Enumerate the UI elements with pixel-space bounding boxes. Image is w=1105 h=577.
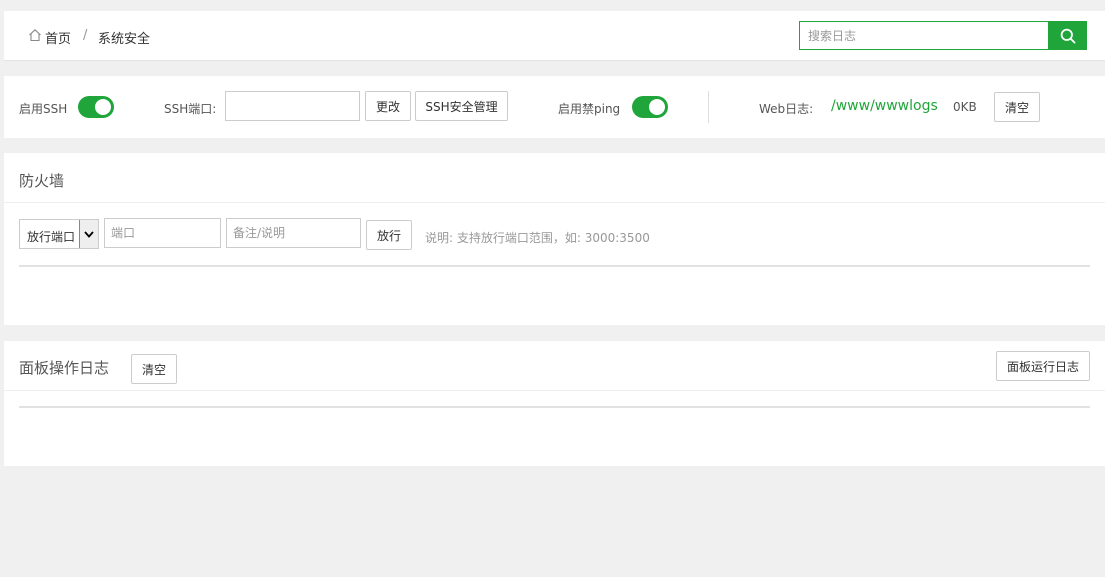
firewall-title: 防火墙	[19, 172, 65, 190]
web-log-clear-button[interactable]: 清空	[994, 92, 1040, 122]
breadcrumb-separator: /	[83, 28, 88, 43]
ssh-security-manage-button[interactable]: SSH安全管理	[415, 91, 508, 121]
firewall-port-input[interactable]	[104, 218, 221, 248]
toggle-knob	[649, 99, 665, 115]
panel-run-log-button[interactable]: 面板运行日志	[996, 351, 1090, 381]
ssh-port-input[interactable]	[225, 91, 360, 121]
home-icon[interactable]	[28, 28, 42, 42]
top-bar: 首页 / 系统安全	[4, 11, 1105, 61]
chevron-down-icon	[79, 220, 98, 248]
toggle-knob	[95, 99, 111, 115]
firewall-hint: 说明: 支持放行端口范围，如: 3000:3500	[425, 231, 650, 245]
ssh-port-label: SSH端口:	[164, 102, 217, 116]
disable-ping-label: 启用禁ping	[558, 102, 621, 116]
search-input[interactable]	[799, 21, 1049, 50]
firewall-type-select[interactable]: 放行端口	[19, 219, 99, 249]
table-divider	[19, 406, 1090, 408]
divider	[4, 390, 1105, 391]
panel-log-title: 面板操作日志	[19, 359, 110, 377]
panel-log-panel: 面板操作日志 清空 面板运行日志	[4, 341, 1105, 466]
ssh-enable-label: 启用SSH	[19, 102, 68, 116]
web-log-label: Web日志:	[759, 102, 814, 116]
ssh-enable-toggle[interactable]	[78, 96, 114, 118]
breadcrumb-home-link[interactable]: 首页	[45, 28, 71, 47]
table-divider	[19, 265, 1090, 267]
panel-log-clear-button[interactable]: 清空	[131, 354, 177, 384]
breadcrumb-current: 系统安全	[98, 32, 151, 47]
search-icon	[1060, 28, 1076, 44]
firewall-type-select-value: 放行端口	[27, 230, 76, 244]
firewall-panel: 防火墙 放行端口 放行 说明: 支持放行端口范围，如: 3000:3500	[4, 153, 1105, 325]
divider	[4, 202, 1105, 203]
search-button[interactable]	[1048, 21, 1087, 50]
ssh-port-change-button[interactable]: 更改	[365, 91, 411, 121]
firewall-note-input[interactable]	[226, 218, 361, 248]
disable-ping-toggle[interactable]	[632, 96, 668, 118]
ssh-settings-panel: 启用SSH SSH端口: 更改 SSH安全管理 启用禁ping Web日志: /…	[4, 76, 1105, 138]
web-log-path-link[interactable]: /www/wwwlogs	[831, 98, 938, 114]
firewall-allow-button[interactable]: 放行	[366, 220, 412, 250]
web-log-size: 0KB	[953, 100, 977, 114]
divider	[708, 91, 709, 123]
